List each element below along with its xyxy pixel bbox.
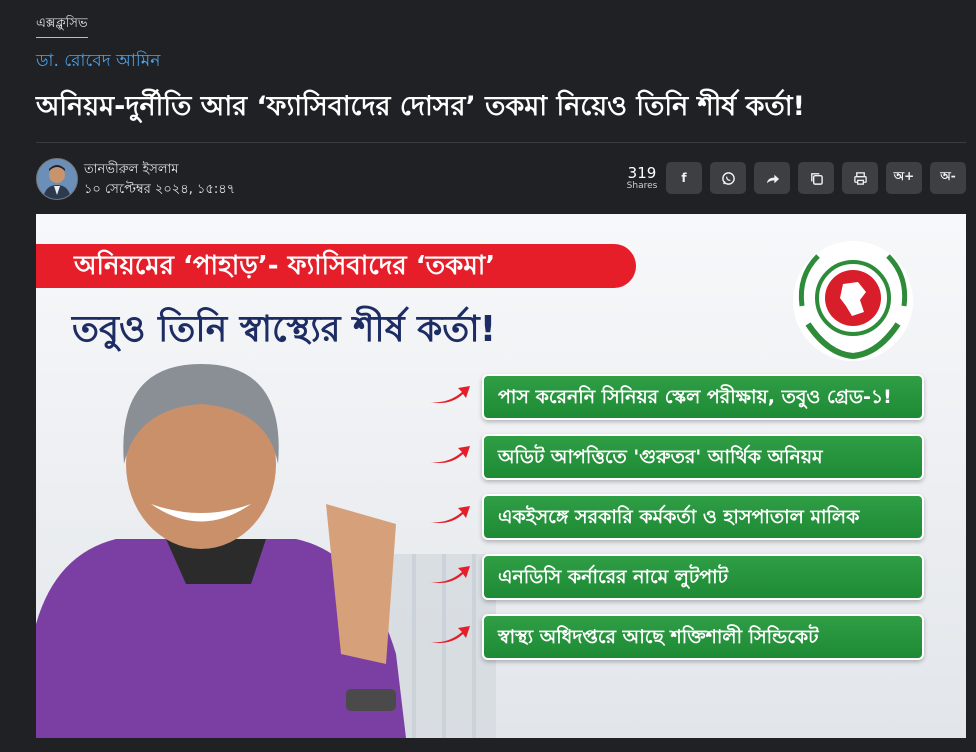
share-toolbar: f অ+ অ- <box>666 162 966 194</box>
arrow-icon <box>430 386 470 403</box>
official-photo <box>36 364 406 738</box>
dghs-emblem-icon <box>793 241 913 361</box>
whatsapp-icon <box>721 171 735 185</box>
header-divider <box>36 142 966 143</box>
arrow-icon <box>430 506 470 523</box>
image-point: স্বাস্থ্য অধিদপ্তরে আছে শক্তিশালী সিন্ডি… <box>482 614 924 660</box>
article-headline: অনিয়ম-দুর্নীতি আর ‘ফ্যাসিবাদের দোসর’ তক… <box>36 91 805 122</box>
arrow-icon <box>430 446 470 463</box>
image-point: পাস করেননি সিনিয়র স্কেল পরীক্ষায়, তবুও… <box>482 374 924 420</box>
featured-image[interactable]: অনিয়মের ‘পাহাড়’- ফ্যাসিবাদের ‘তকমা’ তব… <box>36 214 966 738</box>
publish-time: ১০ সেপ্টেম্বর ২০২৪, ১৫:৪৭ <box>84 182 236 197</box>
print-icon <box>853 171 867 185</box>
font-decrease-button[interactable]: অ- <box>930 162 966 194</box>
image-subheading: তবুও তিনি স্বাস্থ্যের শীর্ষ কর্তা! <box>72 309 497 350</box>
share-count-number: 319 <box>627 164 657 182</box>
copy-link-button[interactable] <box>798 162 834 194</box>
share-count-label: Shares <box>626 181 658 191</box>
author-avatar[interactable] <box>36 158 78 200</box>
whatsapp-share-button[interactable] <box>710 162 746 194</box>
share-icon <box>766 174 779 183</box>
font-increase-button[interactable]: অ+ <box>886 162 922 194</box>
author-name[interactable]: তানভীরুল ইসলাম <box>84 160 179 181</box>
share-button[interactable] <box>754 162 790 194</box>
reporter-name[interactable]: ডা. রোবেদ আমিন <box>36 48 160 76</box>
image-point: অডিট আপত্তিতে 'গুরুতর' আর্থিক অনিয়ম <box>482 434 924 480</box>
image-point: এনডিসি কর্নারের নামে লুটপাট <box>482 554 924 600</box>
arrow-icon <box>430 626 470 643</box>
font-increase-icon: অ+ <box>893 169 915 183</box>
share-count: 319 Shares <box>618 165 666 191</box>
category-label[interactable]: এক্সক্লুসিভ <box>36 14 88 38</box>
copy-icon <box>810 172 823 185</box>
facebook-share-button[interactable]: f <box>666 162 702 194</box>
image-point: একইসঙ্গে সরকারি কর্মকর্তা ও হাসপাতাল মাল… <box>482 494 924 540</box>
print-button[interactable] <box>842 162 878 194</box>
font-decrease-icon: অ- <box>940 169 956 183</box>
facebook-icon: f <box>681 171 687 185</box>
arrow-icon <box>430 566 470 583</box>
image-ribbon-title: অনিয়মের ‘পাহাড়’- ফ্যাসিবাদের ‘তকমা’ <box>36 244 636 288</box>
